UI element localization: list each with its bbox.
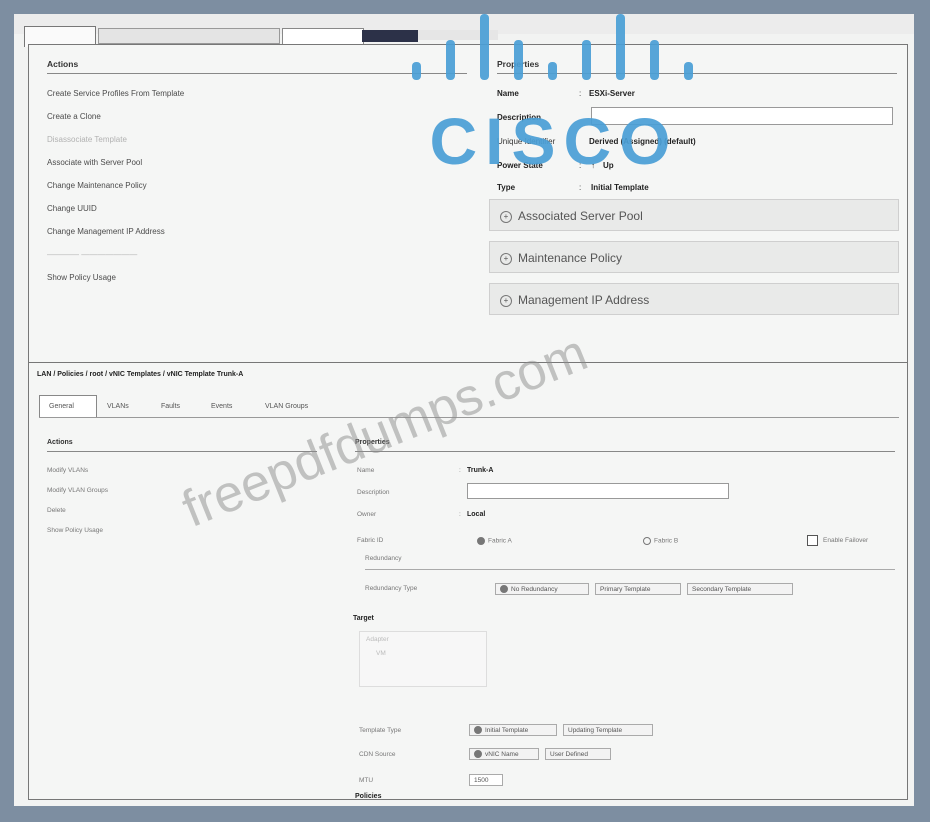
tab-general[interactable]: General [49, 403, 74, 410]
action-delete[interactable]: Delete [47, 507, 66, 514]
screenshot-photo: Actions Create Service Profiles From Tem… [14, 14, 914, 806]
redundancy-none-option[interactable]: No Redundancy [495, 583, 589, 595]
bottom-actions-divider [47, 451, 317, 452]
bottom-description-label: Description [357, 489, 390, 496]
vnic-template-panel: LAN / Policies / root / vNIC Templates /… [28, 362, 908, 800]
fabric-a-radio[interactable]: Fabric A [477, 537, 512, 545]
bottom-owner-value: Local [467, 511, 486, 518]
prop-power-value: Up [603, 161, 614, 170]
radio-selected-icon [477, 537, 485, 545]
section-management-ip[interactable]: + Management IP Address [489, 283, 899, 315]
template-type-label: Template Type [359, 727, 402, 734]
service-profile-template-panel: Actions Create Service Profiles From Tem… [28, 44, 908, 364]
template-updating-option[interactable]: Updating Template [563, 724, 653, 736]
bottom-actions-title: Actions [47, 439, 73, 446]
redundancy-primary-option[interactable]: Primary Template [595, 583, 681, 595]
power-up-icon: ↑ [591, 161, 595, 170]
expand-icon: + [500, 294, 512, 307]
action-modify-vlans[interactable]: Modify VLANs [47, 467, 88, 474]
actions-title: Actions [47, 59, 79, 69]
bottom-name-label: Name [357, 467, 375, 474]
prop-name-label: Name [497, 89, 519, 98]
window-tab-4[interactable] [418, 30, 498, 40]
description-input[interactable] [591, 107, 893, 125]
redundancy-secondary-option[interactable]: Secondary Template [687, 583, 793, 595]
action-modify-vlan-groups[interactable]: Modify VLAN Groups [47, 487, 108, 494]
radio-selected-icon [474, 750, 482, 759]
enable-failover-label: Enable Failover [823, 537, 869, 544]
tab-vlan-groups[interactable]: VLAN Groups [265, 403, 308, 410]
radio-selected-icon [500, 585, 508, 594]
prop-type-value: Initial Template [591, 183, 649, 192]
prop-type-label: Type [497, 183, 516, 192]
policies-label: Policies [355, 793, 382, 800]
properties-title: Properties [497, 59, 540, 69]
window-tab-2[interactable] [98, 28, 280, 44]
radio-selected-icon [474, 726, 482, 735]
target-list[interactable]: Adapter VM [359, 631, 487, 687]
section-associated-server-pool[interactable]: + Associated Server Pool [489, 199, 899, 231]
action-associate-server-pool[interactable]: Associate with Server Pool [47, 158, 142, 167]
tab-faults[interactable]: Faults [161, 403, 180, 410]
mtu-label: MTU [359, 777, 374, 784]
target-label: Target [353, 615, 374, 622]
template-initial-option[interactable]: Initial Template [469, 724, 557, 736]
fabric-id-label: Fabric ID [357, 537, 384, 544]
action-change-management-ip[interactable]: Change Management IP Address [47, 227, 165, 236]
prop-unique-value: Derived (Assigned) (default) [589, 137, 696, 146]
bottom-name-value: Trunk-A [467, 467, 494, 474]
tab-events[interactable]: Events [211, 403, 232, 410]
window-tab-active[interactable] [362, 30, 418, 42]
tabs-baseline [39, 417, 899, 418]
window-tab-3[interactable] [282, 28, 364, 45]
prop-power-label: Power State [497, 161, 543, 170]
bottom-properties-title: Properties [355, 439, 390, 446]
action-change-uuid[interactable]: Change UUID [47, 204, 97, 213]
cdn-source-label: CDN Source [359, 751, 396, 758]
prop-description-label: Description [497, 113, 542, 122]
expand-icon: + [500, 252, 512, 265]
target-vm[interactable]: VM [376, 650, 386, 657]
target-adapter[interactable]: Adapter [366, 636, 389, 643]
action-disassociate-template: Disassociate Template [47, 135, 127, 144]
tab-vlans[interactable]: VLANs [107, 403, 129, 410]
expand-icon: + [500, 210, 512, 223]
section-maintenance-policy[interactable]: + Maintenance Policy [489, 241, 899, 273]
action-show-policy-usage[interactable]: Show Policy Usage [47, 273, 116, 282]
enable-failover-checkbox[interactable] [807, 535, 818, 546]
properties-divider [497, 73, 897, 74]
action-change-maintenance-policy[interactable]: Change Maintenance Policy [47, 181, 147, 190]
redundancy-label: Redundancy [365, 555, 402, 562]
bottom-owner-label: Owner [357, 511, 377, 518]
bottom-description-input[interactable] [467, 483, 729, 499]
cdn-vnic-name-option[interactable]: vNIC Name [469, 748, 539, 760]
prop-name-value: ESXi-Server [589, 89, 635, 98]
breadcrumb[interactable]: LAN / Policies / root / vNIC Templates /… [37, 371, 243, 378]
bottom-properties-divider [355, 451, 895, 452]
redundancy-type-label: Redundancy Type [365, 585, 418, 592]
actions-divider [47, 73, 467, 74]
action-disabled-item: ———— ——————— [47, 250, 138, 259]
radio-icon [643, 537, 651, 545]
fabric-b-radio[interactable]: Fabric B [643, 537, 678, 545]
mtu-input[interactable]: 1500 [469, 774, 503, 786]
action-create-service-profiles[interactable]: Create Service Profiles From Template [47, 89, 184, 98]
action-show-policy-usage-bottom[interactable]: Show Policy Usage [47, 527, 103, 534]
prop-unique-label: Unique Identifier [497, 137, 556, 146]
cdn-user-defined-option[interactable]: User Defined [545, 748, 611, 760]
redundancy-divider [365, 569, 895, 570]
action-create-clone[interactable]: Create a Clone [47, 112, 101, 121]
